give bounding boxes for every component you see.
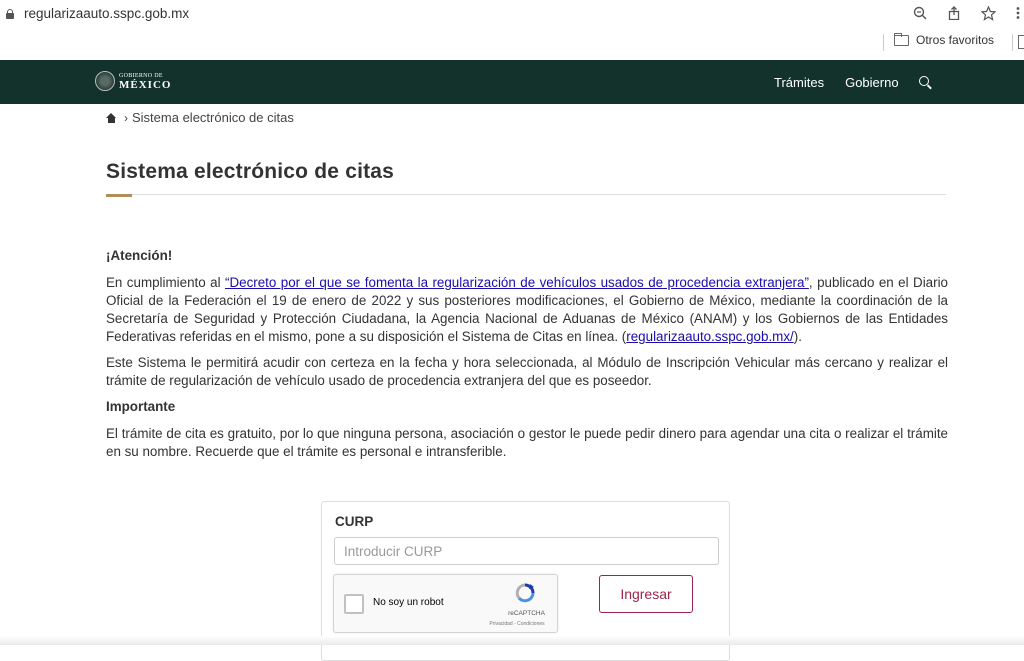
breadcrumb-separator: › — [124, 110, 128, 125]
nav-link-tramites[interactable]: Trámites — [774, 75, 824, 90]
logo-text: GOBIERNO DE MÉXICO — [119, 72, 172, 91]
free-service-paragraph: El trámite de cita es gratuito, por lo q… — [106, 426, 948, 459]
recaptcha-label: No soy un robot — [373, 597, 444, 608]
share-icon[interactable] — [947, 6, 961, 20]
site-link[interactable]: regularizaauto.sspc.gob.mx/ — [626, 329, 793, 344]
folder-icon — [894, 32, 909, 46]
url-text[interactable]: regularizaauto.sspc.gob.mx — [24, 6, 189, 21]
intro-paragraph: En cumplimiento al “Decreto por el que s… — [106, 274, 948, 346]
gob-mx-navbar: GOBIERNO DE MÉXICO Trámites Gobierno — [0, 60, 1024, 104]
intro-text-end: ). — [793, 329, 802, 344]
lock-icon — [6, 8, 14, 19]
search-icon[interactable] — [918, 76, 929, 86]
menu-icon[interactable] — [1016, 6, 1020, 20]
bookmark-folder-label: Otros favoritos — [916, 33, 995, 47]
recaptcha-brand: reCAPTCHA — [508, 610, 545, 617]
recaptcha-checkbox[interactable] — [344, 594, 364, 614]
browser-toolbar-icons — [913, 0, 1024, 26]
star-icon[interactable] — [981, 5, 996, 21]
intro-text-start: En cumplimiento al — [106, 275, 225, 290]
title-accent-bar — [106, 194, 132, 197]
zoom-icon[interactable] — [913, 6, 927, 20]
breadcrumb-current: Sistema electrónico de citas — [132, 110, 294, 125]
bookmarks-bar: Otros favoritos — [0, 26, 1024, 61]
home-icon[interactable] — [106, 112, 117, 123]
bottom-edge — [0, 636, 1024, 645]
page-title: Sistema electrónico de citas — [106, 160, 395, 183]
recaptcha-logo-icon — [515, 583, 535, 603]
important-heading: Importante — [106, 399, 176, 414]
breadcrumb: › Sistema electrónico de citas — [106, 110, 294, 125]
ingresar-button[interactable]: Ingresar — [599, 575, 693, 613]
gobierno-de-mexico-logo[interactable]: GOBIERNO DE MÉXICO — [95, 71, 171, 91]
recaptcha-widget: No soy un robot reCAPTCHA Privacidad - C… — [333, 574, 558, 633]
decree-link[interactable]: “Decreto por el que se fomenta la regula… — [225, 275, 809, 290]
reading-list-icon[interactable] — [1018, 35, 1024, 49]
curp-label: CURP — [335, 514, 374, 529]
nav-link-gobierno[interactable]: Gobierno — [845, 75, 898, 90]
recaptcha-terms[interactable]: Privacidad - Condiciones — [482, 621, 552, 627]
browser-address-bar[interactable]: regularizaauto.sspc.gob.mx — [0, 0, 1024, 26]
bookmarks-divider — [1012, 34, 1013, 51]
national-seal-icon — [95, 71, 115, 91]
attention-heading: ¡Atención! — [106, 248, 173, 263]
bookmark-folder-otros-favoritos[interactable]: Otros favoritos — [894, 32, 995, 47]
main-content: ¡Atención! En cumplimiento al “Decreto p… — [106, 247, 948, 469]
curp-input[interactable] — [334, 537, 719, 565]
nav-links: Trámites Gobierno — [774, 60, 929, 104]
title-divider — [106, 194, 946, 195]
system-paragraph: Este Sistema le permitirá acudir con cer… — [106, 355, 948, 388]
logo-big-text: MÉXICO — [119, 79, 172, 91]
bookmarks-divider — [883, 34, 884, 51]
